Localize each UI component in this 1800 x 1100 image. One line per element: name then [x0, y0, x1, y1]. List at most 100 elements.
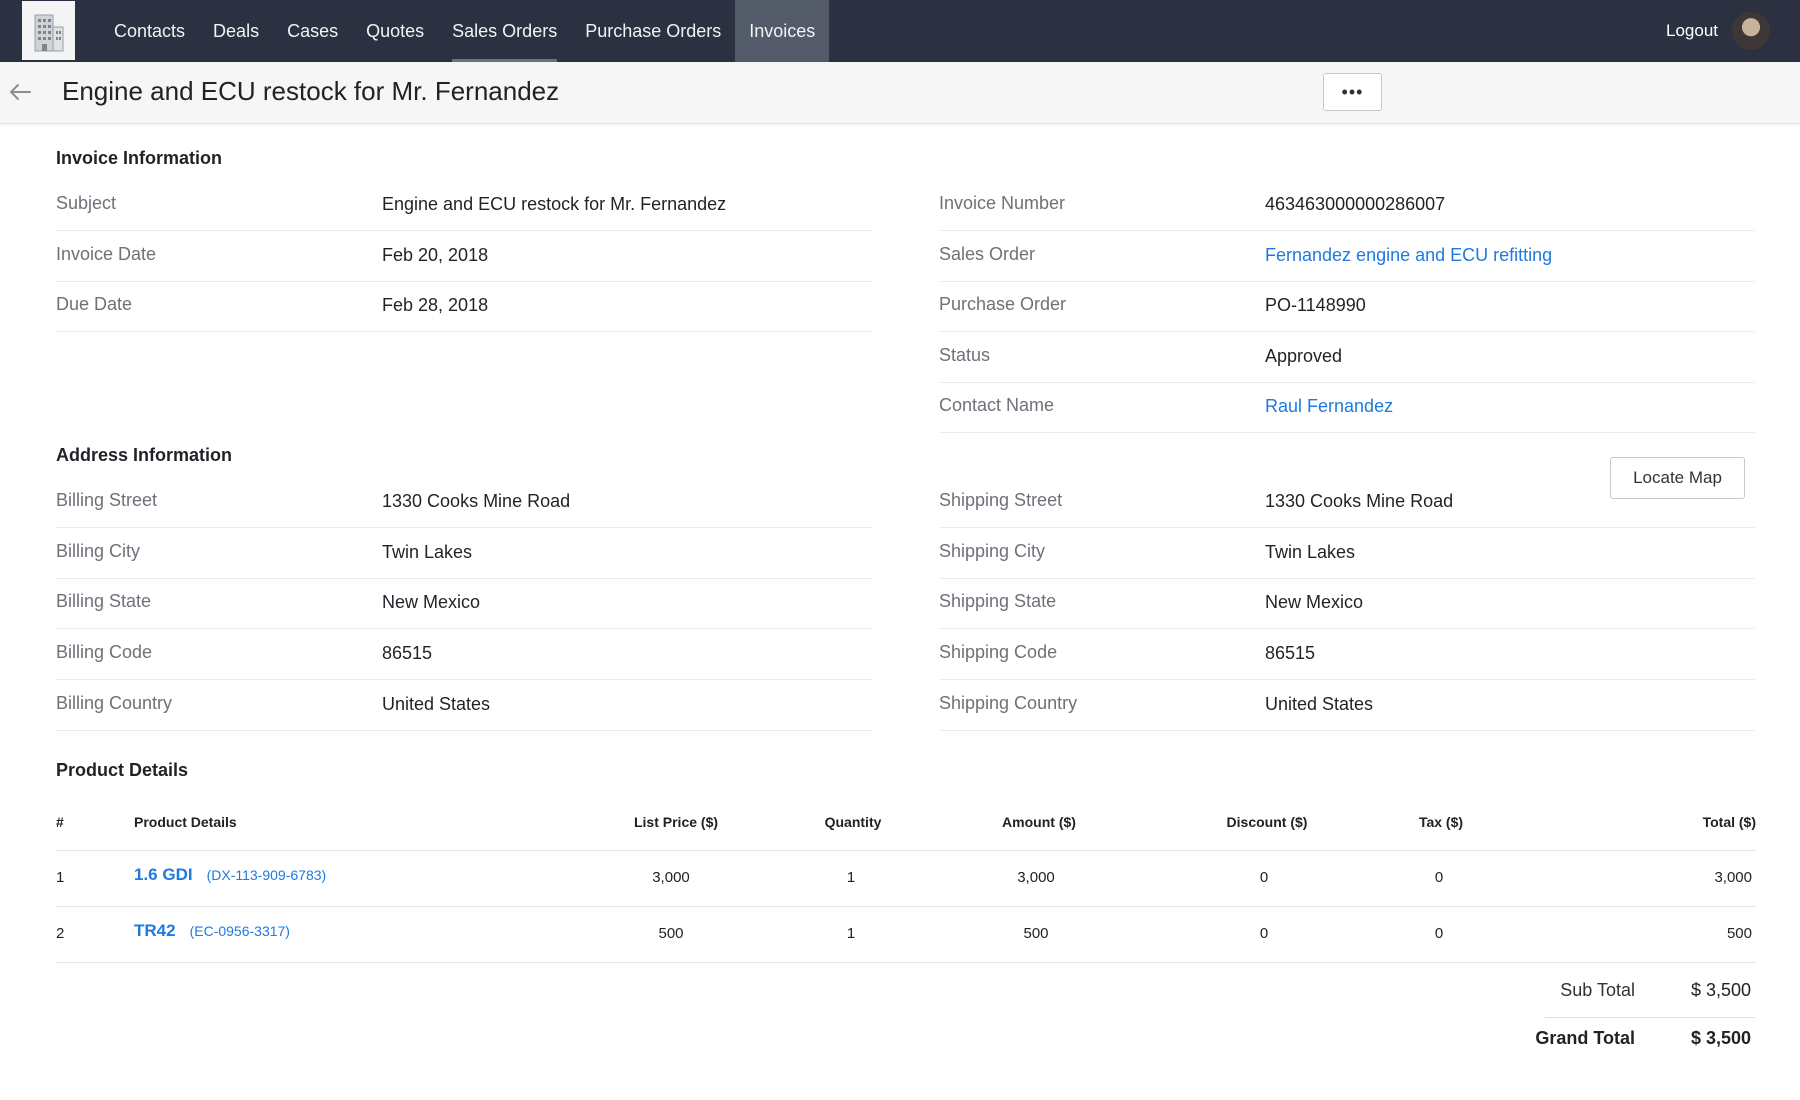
quantity-cell: 1	[846, 925, 856, 942]
sub-total-value: $ 3,500	[1690, 980, 1751, 1000]
amount-cell: 3,000	[1017, 869, 1055, 886]
field-value: 1330 Cooks Mine Road	[1265, 491, 1454, 511]
row-number: 1	[56, 869, 65, 886]
column-header-quantity: Quantity	[824, 814, 882, 830]
product-name-link[interactable]: TR42	[134, 921, 176, 940]
grand-total-row: Grand Total $ 3,500	[1380, 1024, 1755, 1060]
column-header-total: Total ($)	[1702, 814, 1756, 830]
total-cell: 500	[1726, 925, 1752, 942]
field-value: United States	[382, 694, 491, 714]
field-value: Feb 28, 2018	[382, 295, 489, 315]
field-value: Twin Lakes	[1265, 542, 1356, 562]
discount-cell: 0	[1259, 925, 1269, 942]
building-icon	[34, 14, 63, 51]
record-header: Engine and ECU restock for Mr. Fernandez…	[0, 62, 1800, 124]
nav-item-deals[interactable]: Deals	[199, 0, 273, 62]
column-header-list-price: List Price ($)	[633, 814, 719, 830]
field-label: Contact Name	[939, 395, 1055, 415]
field-shipping-city: Shipping City Twin Lakes	[939, 528, 1755, 579]
nav-item-sales-orders[interactable]: Sales Orders	[438, 0, 571, 62]
nav-item-invoices[interactable]: Invoices	[735, 0, 830, 62]
field-label: Billing Code	[56, 642, 153, 662]
field-label: Billing Street	[56, 490, 158, 510]
more-options-button[interactable]: •••	[1323, 73, 1382, 111]
ellipsis-icon: •••	[1341, 81, 1364, 102]
field-value: 1330 Cooks Mine Road	[382, 491, 571, 511]
user-avatar[interactable]	[1732, 12, 1770, 50]
field-label: Purchase Order	[939, 294, 1067, 314]
product-name-link[interactable]: 1.6 GDI	[134, 865, 193, 884]
top-nav: Contacts Deals Cases Quotes Sales Orders…	[0, 0, 1800, 62]
sales-order-link[interactable]: Fernandez engine and ECU refitting	[1265, 245, 1552, 266]
field-label: Invoice Date	[56, 244, 157, 264]
field-value: Engine and ECU restock for Mr. Fernandez	[382, 194, 727, 214]
total-cell: 3,000	[1714, 869, 1752, 886]
amount-cell: 500	[1023, 925, 1049, 942]
nav-menu: Contacts Deals Cases Quotes Sales Orders…	[100, 0, 830, 62]
field-subject: Subject Engine and ECU restock for Mr. F…	[56, 180, 872, 231]
field-value: 86515	[1265, 643, 1316, 663]
field-value: Twin Lakes	[382, 542, 473, 562]
tax-cell: 0	[1434, 925, 1444, 942]
field-value: Approved	[1265, 346, 1343, 366]
field-label: Billing City	[56, 541, 141, 561]
field-billing-code: Billing Code 86515	[56, 629, 872, 680]
quantity-cell: 1	[846, 869, 856, 886]
field-sales-order: Sales Order Fernandez engine and ECU ref…	[939, 231, 1755, 282]
field-value: Feb 20, 2018	[382, 245, 489, 265]
field-value: PO-1148990	[1265, 295, 1366, 315]
field-label: Shipping Code	[939, 642, 1058, 662]
field-label: Billing Country	[56, 693, 173, 713]
field-invoice-date: Invoice Date Feb 20, 2018	[56, 231, 872, 282]
section-title-invoice-information: Invoice Information	[56, 148, 223, 168]
nav-item-contacts[interactable]: Contacts	[100, 0, 199, 62]
field-billing-street: Billing Street 1330 Cooks Mine Road	[56, 477, 872, 528]
field-value: United States	[1265, 694, 1374, 714]
grand-total-label: Grand Total	[1535, 1028, 1635, 1048]
field-value: New Mexico	[382, 592, 481, 612]
list-price-cell: 500	[658, 925, 684, 942]
product-code-link[interactable]: (EC-0956-3317)	[190, 923, 290, 939]
column-header-tax: Tax ($)	[1418, 814, 1464, 830]
field-purchase-order: Purchase Order PO-1148990	[939, 281, 1755, 332]
field-label: Shipping Country	[939, 693, 1078, 713]
grand-total-value: $ 3,500	[1690, 1028, 1751, 1048]
product-code-link[interactable]: (DX-113-909-6783)	[207, 867, 327, 883]
field-label: Billing State	[56, 591, 152, 611]
field-shipping-state: Shipping State New Mexico	[939, 578, 1755, 629]
column-header-discount: Discount ($)	[1226, 814, 1308, 830]
field-shipping-country: Shipping Country United States	[939, 680, 1755, 731]
field-shipping-street: Shipping Street 1330 Cooks Mine Road	[939, 477, 1755, 528]
nav-item-purchase-orders[interactable]: Purchase Orders	[571, 0, 735, 62]
field-label: Shipping City	[939, 541, 1046, 561]
field-value: 86515	[382, 643, 433, 663]
discount-cell: 0	[1259, 869, 1269, 886]
field-label: Status	[939, 345, 991, 365]
company-logo[interactable]	[22, 1, 75, 60]
sub-total-row: Sub Total $ 3,500	[1380, 976, 1755, 1012]
column-header-amount: Amount ($)	[1002, 814, 1076, 830]
field-billing-city: Billing City Twin Lakes	[56, 528, 872, 579]
row-number: 2	[56, 925, 65, 942]
tax-cell: 0	[1434, 869, 1444, 886]
column-header-number: #	[56, 814, 64, 830]
table-row: 2 TR42 (EC-0956-3317) 500 1 500 0 0 500	[56, 907, 1756, 963]
contact-name-link[interactable]: Raul Fernandez	[1265, 396, 1393, 417]
table-header: # Product Details List Price ($) Quantit…	[56, 800, 1756, 851]
list-price-cell: 3,000	[652, 869, 690, 886]
field-invoice-number: Invoice Number 463463000000286007	[939, 180, 1755, 231]
page-title: Engine and ECU restock for Mr. Fernandez	[62, 76, 560, 106]
nav-item-cases[interactable]: Cases	[273, 0, 352, 62]
field-label: Invoice Number	[939, 193, 1066, 213]
field-contact-name: Contact Name Raul Fernandez	[939, 382, 1755, 433]
section-title-product-details: Product Details	[56, 760, 189, 780]
field-label: Sales Order	[939, 244, 1036, 264]
field-status: Status Approved	[939, 332, 1755, 383]
column-header-product-details: Product Details	[134, 814, 237, 830]
logout-link[interactable]: Logout	[1666, 0, 1718, 62]
field-value: 463463000000286007	[1265, 194, 1446, 214]
nav-item-quotes[interactable]: Quotes	[352, 0, 438, 62]
back-arrow-icon[interactable]	[6, 78, 34, 106]
field-billing-country: Billing Country United States	[56, 680, 872, 731]
totals-divider	[1545, 1017, 1755, 1018]
